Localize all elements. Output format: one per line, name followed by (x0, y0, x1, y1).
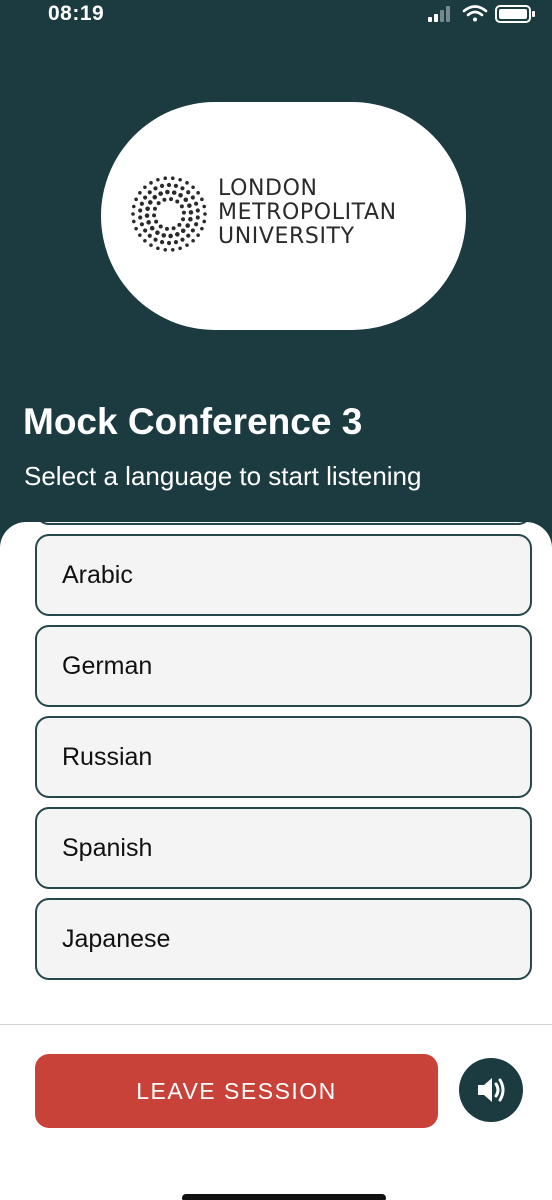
cellular-signal-icon (428, 6, 450, 22)
battery-icon (495, 5, 535, 23)
university-logo: LONDON METROPOLITAN UNIVERSITY (101, 102, 466, 330)
speaker-icon (478, 1078, 505, 1102)
logo-line-3: UNIVERSITY (218, 224, 355, 249)
language-option[interactable] (35, 522, 532, 525)
language-option-arabic[interactable]: Arabic (35, 534, 532, 616)
language-list[interactable]: Arabic German Russian Spanish Japanese (35, 522, 532, 989)
header: 08:19 LONDON METROPOLITAN UNIVERSITY Moc… (0, 0, 552, 560)
logo-line-2: METROPOLITAN (218, 200, 397, 225)
language-option-russian[interactable]: Russian (35, 716, 532, 798)
language-sheet: Arabic German Russian Spanish Japanese L… (0, 522, 552, 1200)
conference-subtitle: Select a language to start listening (24, 461, 422, 491)
language-option-japanese[interactable]: Japanese (35, 898, 532, 980)
logo-wordmark: LONDON METROPOLITAN UNIVERSITY (218, 177, 397, 249)
logo-dots-icon (131, 176, 207, 252)
home-indicator (182, 1194, 386, 1200)
sound-button[interactable] (459, 1058, 523, 1122)
status-bar: 08:19 (0, 0, 552, 30)
logo-line-1: LONDON (218, 176, 318, 201)
status-time: 08:19 (48, 2, 105, 25)
leave-session-button[interactable]: LEAVE SESSION (35, 1054, 438, 1128)
language-option-spanish[interactable]: Spanish (35, 807, 532, 889)
wifi-icon (462, 5, 488, 22)
status-icons (428, 5, 535, 23)
conference-title: Mock Conference 3 (23, 401, 363, 442)
language-option-german[interactable]: German (35, 625, 532, 707)
footer-divider (0, 1024, 552, 1025)
